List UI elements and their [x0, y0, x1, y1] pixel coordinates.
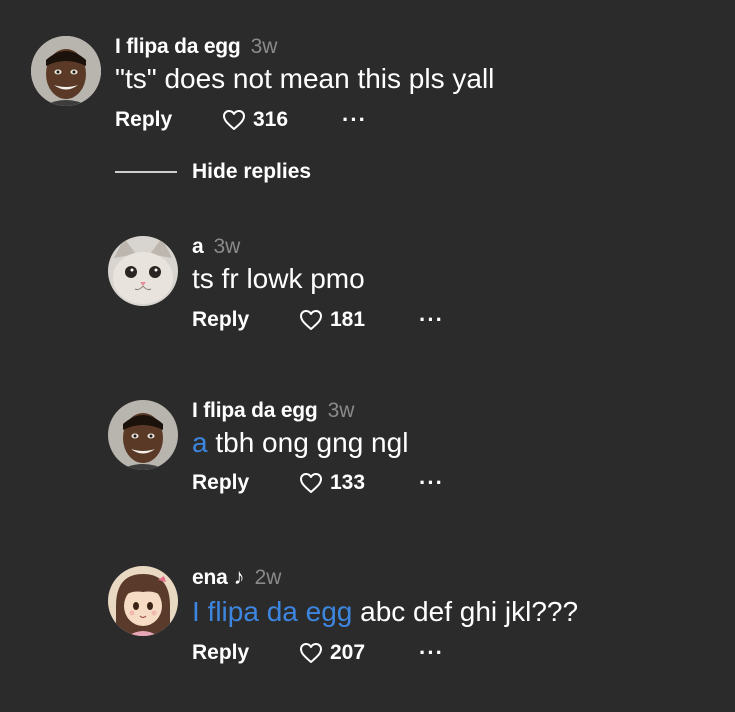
timestamp: 2w	[254, 566, 282, 589]
comment-header: I flipa da egg 3w	[115, 34, 277, 60]
comment-actions: Reply 316 ···	[115, 105, 375, 135]
reply-button[interactable]: Reply	[192, 638, 249, 668]
reply-item: a 3w ts fr lowk pmo Reply 181 ···	[0, 230, 735, 340]
author-name[interactable]: ena	[192, 566, 228, 589]
comment-section: I flipa da egg 3w "ts" does not mean this…	[0, 0, 735, 712]
reply-button[interactable]: Reply	[115, 105, 172, 135]
comment-body: "ts" does not mean this pls yall	[115, 63, 495, 94]
heart-icon	[300, 473, 322, 493]
like-count: 316	[253, 108, 289, 131]
avatar-man-icon[interactable]	[108, 400, 178, 470]
timestamp: 3w	[327, 399, 355, 422]
divider	[115, 171, 177, 173]
music-note-icon: ♪	[233, 564, 245, 589]
author-name[interactable]: I flipa da egg	[115, 35, 241, 58]
comment-header: a 3w	[192, 234, 240, 260]
comment-body: ts fr lowk pmo	[192, 263, 365, 294]
heart-icon	[300, 310, 322, 330]
comment-item: I flipa da egg 3w "ts" does not mean this…	[0, 0, 735, 150]
more-options-button[interactable]: ···	[419, 638, 444, 668]
comment-text: "ts" does not mean this pls yall	[115, 62, 494, 96]
hide-replies-label[interactable]: Hide replies	[192, 158, 311, 186]
mention-link[interactable]: a	[192, 427, 208, 458]
more-options-button[interactable]: ···	[342, 105, 367, 135]
timestamp: 3w	[250, 35, 278, 58]
comment-text: ts fr lowk pmo	[192, 262, 365, 296]
comment-actions: Reply 133 ···	[192, 468, 452, 498]
avatar-man-icon[interactable]	[31, 36, 101, 106]
more-options-button[interactable]: ···	[419, 468, 444, 498]
more-options-button[interactable]: ···	[419, 305, 444, 335]
reply-button[interactable]: Reply	[192, 305, 249, 335]
mention-link[interactable]: I flipa da egg	[192, 596, 352, 627]
like-count: 133	[330, 471, 366, 494]
comment-text: a tbh ong gng ngl	[192, 426, 408, 460]
comment-header: I flipa da egg 3w	[192, 398, 354, 424]
author-name[interactable]: a	[192, 235, 204, 258]
like-count: 207	[330, 641, 366, 664]
comment-actions: Reply 181 ···	[192, 305, 452, 335]
avatar-anime-girl-icon[interactable]	[108, 566, 178, 636]
reply-item: I flipa da egg 3w a tbh ong gng ngl Reply…	[0, 396, 735, 506]
comment-header: ena ♪ 2w	[192, 564, 281, 590]
comment-actions: Reply 207 ···	[192, 638, 452, 668]
timestamp: 3w	[213, 235, 241, 258]
comment-body: tbh ong gng ngl	[207, 427, 409, 458]
heart-icon	[223, 110, 245, 130]
comment-text: I flipa da egg abc def ghi jkl???	[192, 595, 578, 629]
reply-button[interactable]: Reply	[192, 468, 249, 498]
heart-icon	[300, 643, 322, 663]
avatar-cat-icon[interactable]	[108, 236, 178, 306]
comment-body: abc def ghi jkl???	[352, 596, 579, 627]
author-name[interactable]: I flipa da egg	[192, 399, 318, 422]
reply-item: ena ♪ 2w I flipa da egg abc def ghi jkl???…	[0, 562, 735, 672]
like-count: 181	[330, 308, 366, 331]
hide-replies-toggle[interactable]: Hide replies	[115, 158, 345, 186]
